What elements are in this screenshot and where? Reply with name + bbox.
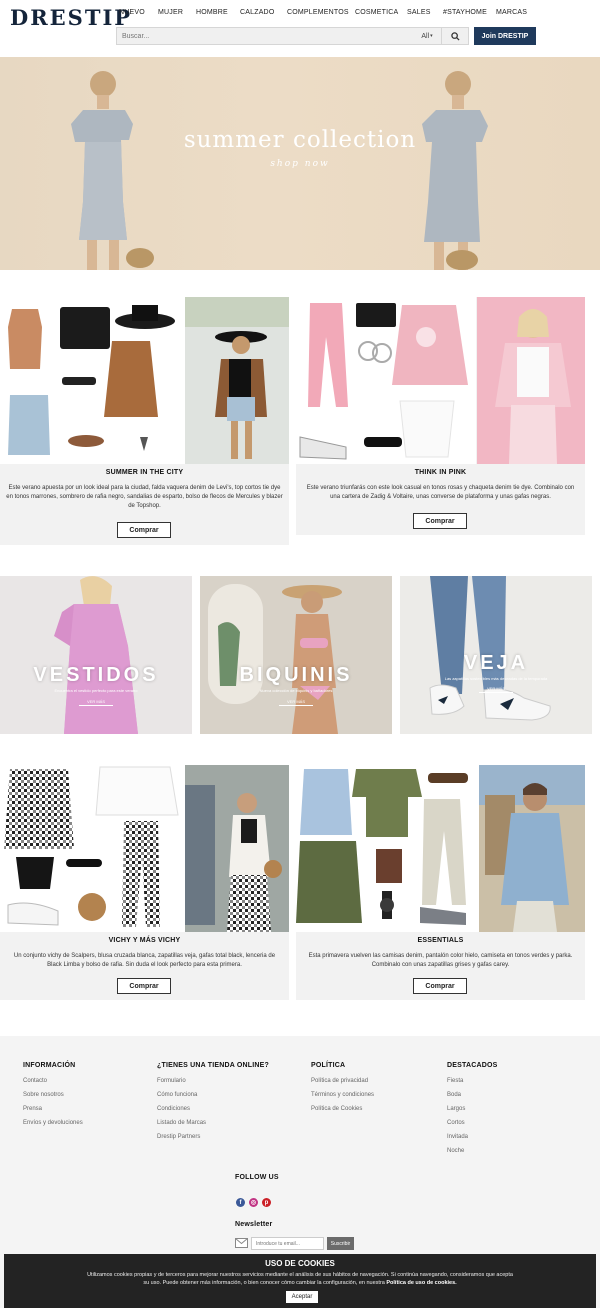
category-title: VESTIDOS <box>33 664 159 686</box>
search-scope-label: All <box>421 32 430 40</box>
look-card-summer-in-the-city: SUMMER IN THE CITY Este verano apuesta p… <box>0 297 289 545</box>
newsletter-email-input[interactable] <box>251 1237 324 1250</box>
cookie-text-wrap: Utilizamos cookies propias y de terceros… <box>84 1271 516 1287</box>
comprar-button[interactable]: Comprar <box>117 522 171 538</box>
look-products-image[interactable] <box>0 765 185 932</box>
category-banner-vestidos[interactable]: VESTIDOS Encuentra el vestido perfecto p… <box>0 576 192 734</box>
look-products-image[interactable] <box>296 765 479 932</box>
footer-column-title: DESTACADOS <box>447 1062 498 1069</box>
biquinis-model-image <box>208 584 342 734</box>
footer-link[interactable]: Términos y condiciones <box>311 1092 374 1098</box>
footer-link[interactable]: Drestip Partners <box>157 1134 200 1140</box>
category-subtitle: Nueva colección de biquinis y bañadores <box>259 688 333 693</box>
envelope-icon <box>235 1238 248 1248</box>
nav-item-calzado[interactable]: CALZADO <box>240 9 274 16</box>
category-banner-veja[interactable]: VEJA Las zapatillas sostenibles más dese… <box>400 576 592 734</box>
look-card-vichy: VICHY Y MÁS VICHY Un conjunto vichy de S… <box>0 765 289 1000</box>
look-title: SUMMER IN THE CITY <box>105 469 184 476</box>
footer-link[interactable]: Invitada <box>447 1134 468 1140</box>
ver-mas-link[interactable]: VER MÁS <box>478 686 514 693</box>
hero-banner[interactable]: summer collection shop now <box>0 57 600 270</box>
footer-link[interactable]: Noche <box>447 1148 464 1154</box>
join-button[interactable]: Join DRESTIP <box>474 27 536 45</box>
nav-item-marcas[interactable]: MARCAS <box>496 9 527 16</box>
nav-item-nuevo[interactable]: NUEVO <box>119 9 145 16</box>
look-description: Este verano triunfarás con este look cas… <box>306 485 575 500</box>
footer-column-title: POLÍTICA <box>311 1062 346 1069</box>
vestidos-model-image <box>54 576 138 734</box>
nav-item-mujer[interactable]: MUJER <box>158 9 183 16</box>
facebook-icon[interactable]: f <box>236 1198 245 1207</box>
chevron-down-icon: ▾ <box>430 33 433 39</box>
footer-link[interactable]: Cortos <box>447 1120 465 1126</box>
footer-link[interactable]: Envíos y devoluciones <box>23 1120 83 1126</box>
category-subtitle: Encuentra el vestido perfecto para este … <box>54 688 138 693</box>
look-title: ESSENTIALS <box>417 937 464 944</box>
hero-title: summer collection <box>183 127 417 153</box>
footer-link[interactable]: Fiesta <box>447 1078 463 1084</box>
search-input[interactable] <box>117 28 413 44</box>
nav-item-hombre[interactable]: HOMBRE <box>196 9 228 16</box>
footer-link[interactable]: Condiciones <box>157 1106 190 1112</box>
footer-link[interactable]: Prensa <box>23 1106 42 1112</box>
footer-link[interactable]: Listado de Marcas <box>157 1120 206 1126</box>
cookie-banner: USO DE COOKIES Utilizamos cookies propia… <box>4 1254 596 1308</box>
site-logo[interactable]: DRESTIP <box>10 5 132 30</box>
look-card-essentials: ESSENTIALS Esta primavera vuelven las ca… <box>296 765 585 1000</box>
nav-item-complementos[interactable]: COMPLEMENTOS <box>287 9 349 16</box>
look-model-image[interactable] <box>185 297 289 464</box>
nav-item-stayhome[interactable]: #STAYHOME <box>443 9 487 16</box>
category-subtitle: Las zapatillas sostenibles más deseadas … <box>444 676 548 681</box>
look-model-image[interactable] <box>479 765 585 932</box>
footer-link[interactable]: Largos <box>447 1106 465 1112</box>
newsletter-title: Newsletter <box>235 1221 273 1228</box>
ver-mas-link[interactable]: VER MÁS <box>78 699 114 706</box>
look-products-image[interactable] <box>0 297 185 464</box>
footer-link[interactable]: Política de privacidad <box>311 1078 368 1084</box>
search-scope-select[interactable]: All ▾ <box>415 28 439 44</box>
footer-column-title: INFORMACIÓN <box>23 1062 76 1069</box>
look-products-image[interactable] <box>296 297 476 464</box>
ver-mas-link[interactable]: VER MÁS <box>278 699 314 706</box>
footer-link[interactable]: Cómo funciona <box>157 1092 197 1098</box>
comprar-button[interactable]: Comprar <box>117 978 171 994</box>
category-title: VEJA <box>463 652 529 674</box>
accept-cookies-button[interactable]: Aceptar <box>286 1291 318 1303</box>
cookie-title: USO DE COOKIES <box>265 1259 335 1268</box>
comprar-button[interactable]: Comprar <box>413 978 467 994</box>
look-description: Este verano apuesta por un look ideal pa… <box>6 485 283 509</box>
nav-item-cosmetica[interactable]: COSMETICA <box>355 9 398 16</box>
subscribe-button[interactable]: Suscribir <box>327 1237 354 1250</box>
category-banner-biquinis[interactable]: BIQUINIS Nueva colección de biquinis y b… <box>200 576 392 734</box>
look-model-image[interactable] <box>477 297 585 464</box>
look-card-think-in-pink: THINK IN PINK Este verano triunfarás con… <box>296 297 585 535</box>
follow-us-title: FOLLOW US <box>235 1174 279 1181</box>
site-header: DRESTIP NUEVO MUJER HOMBRE CALZADO COMPL… <box>0 0 600 57</box>
footer-link[interactable]: Boda <box>447 1092 461 1098</box>
pinterest-icon[interactable]: p <box>262 1198 271 1207</box>
footer-link[interactable]: Sobre nosotros <box>23 1092 64 1098</box>
look-title: VICHY Y MÁS VICHY <box>108 937 181 944</box>
look-title: THINK IN PINK <box>414 469 467 476</box>
look-model-image[interactable] <box>185 765 289 932</box>
search-bar: All ▾ <box>116 27 469 45</box>
hero-cta-link[interactable]: shop now <box>0 159 600 169</box>
comprar-button[interactable]: Comprar <box>413 513 467 529</box>
look-description: Un conjunto vichy de Scalpers, blusa cru… <box>13 953 276 968</box>
look-description: Esta primavera vuelven las camisas denim… <box>308 953 573 968</box>
footer-link[interactable]: Formulario <box>157 1078 186 1084</box>
search-button[interactable] <box>441 27 469 45</box>
cookie-policy-link[interactable]: Política de uso de cookies. <box>386 1280 456 1286</box>
footer-link[interactable]: Contacto <box>23 1078 47 1084</box>
footer-link[interactable]: Política de Cookies <box>311 1106 362 1112</box>
search-icon <box>451 31 460 41</box>
footer-column-title: ¿TIENES UNA TIENDA ONLINE? <box>157 1062 270 1069</box>
nav-item-sales[interactable]: SALES <box>407 9 431 16</box>
category-title: BIQUINIS <box>239 664 353 686</box>
instagram-icon[interactable]: ◎ <box>249 1198 258 1207</box>
